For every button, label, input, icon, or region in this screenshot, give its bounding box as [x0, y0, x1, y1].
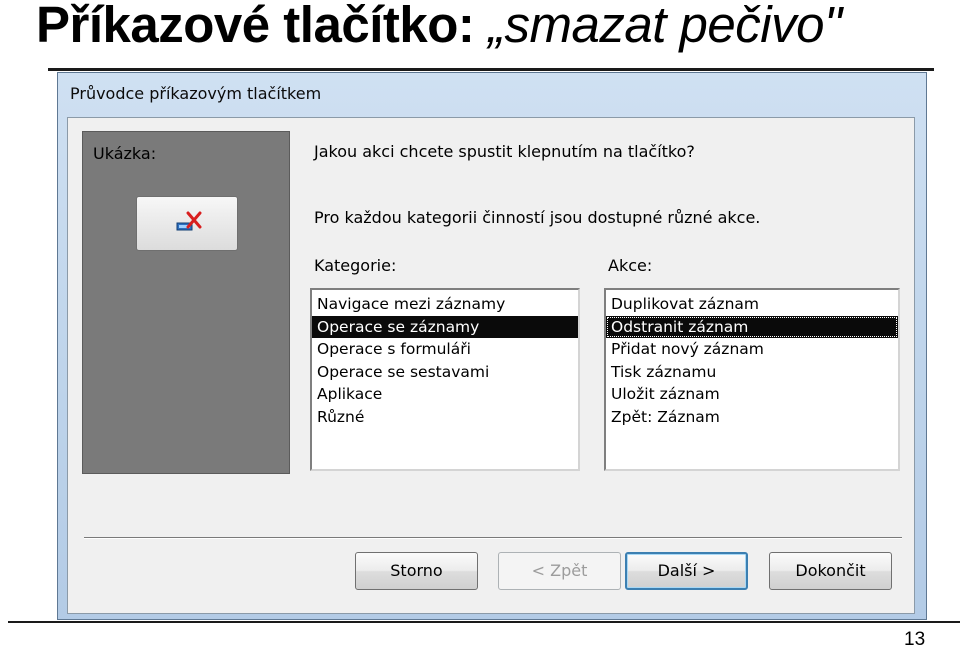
next-button[interactable]: Další > [625, 552, 748, 590]
slide-title: Příkazové tlačítko: „smazat pečivo" [36, 0, 842, 56]
category-item[interactable]: Různé [312, 406, 578, 429]
button-separator [84, 537, 902, 539]
action-item-selected[interactable]: Odstranit záznam [606, 315, 898, 338]
category-item[interactable]: Aplikace [312, 383, 578, 406]
dialog-title: Průvodce příkazovým tlačítkem [70, 84, 322, 103]
category-item[interactable]: Operace se sestavami [312, 361, 578, 384]
preview-panel: Ukázka: [82, 131, 290, 474]
cancel-button[interactable]: Storno [355, 552, 478, 590]
action-item[interactable]: Přidat nový záznam [606, 338, 898, 361]
slide-title-text: Příkazové tlačítko: [36, 0, 489, 53]
category-item[interactable]: Navigace mezi záznamy [312, 293, 578, 316]
page-number: 13 [904, 629, 926, 650]
preview-button [136, 196, 238, 251]
title-underline [48, 68, 934, 71]
delete-record-icon [176, 211, 202, 231]
command-button-wizard-dialog: Průvodce příkazovým tlačítkem Ukázka: Ja… [57, 72, 927, 620]
action-item[interactable]: Zpět: Záznam [606, 406, 898, 429]
category-info-text: Pro každou kategorii činností jsou dostu… [314, 208, 761, 227]
action-item[interactable]: Uložit záznam [606, 383, 898, 406]
back-button[interactable]: < Zpět [498, 552, 621, 590]
finish-button[interactable]: Dokončit [769, 552, 892, 590]
footer-rule [8, 621, 960, 623]
action-item[interactable]: Duplikovat záznam [606, 293, 898, 316]
slide-title-quoted: „smazat pečivo" [488, 0, 842, 53]
action-item[interactable]: Tisk záznamu [606, 361, 898, 384]
dialog-client-area: Ukázka: Jakou akci chcete spustit klepnu… [67, 117, 915, 614]
categories-listbox[interactable]: Navigace mezi záznamy Operace se záznamy… [310, 288, 580, 471]
actions-label: Akce: [608, 256, 653, 275]
category-item[interactable]: Operace s formuláři [312, 338, 578, 361]
action-question: Jakou akci chcete spustit klepnutím na t… [314, 142, 695, 161]
categories-label: Kategorie: [314, 256, 397, 275]
category-item-selected[interactable]: Operace se záznamy [312, 315, 578, 338]
actions-listbox[interactable]: Duplikovat záznam Odstranit záznam Přida… [604, 288, 900, 471]
preview-label: Ukázka: [93, 144, 157, 163]
